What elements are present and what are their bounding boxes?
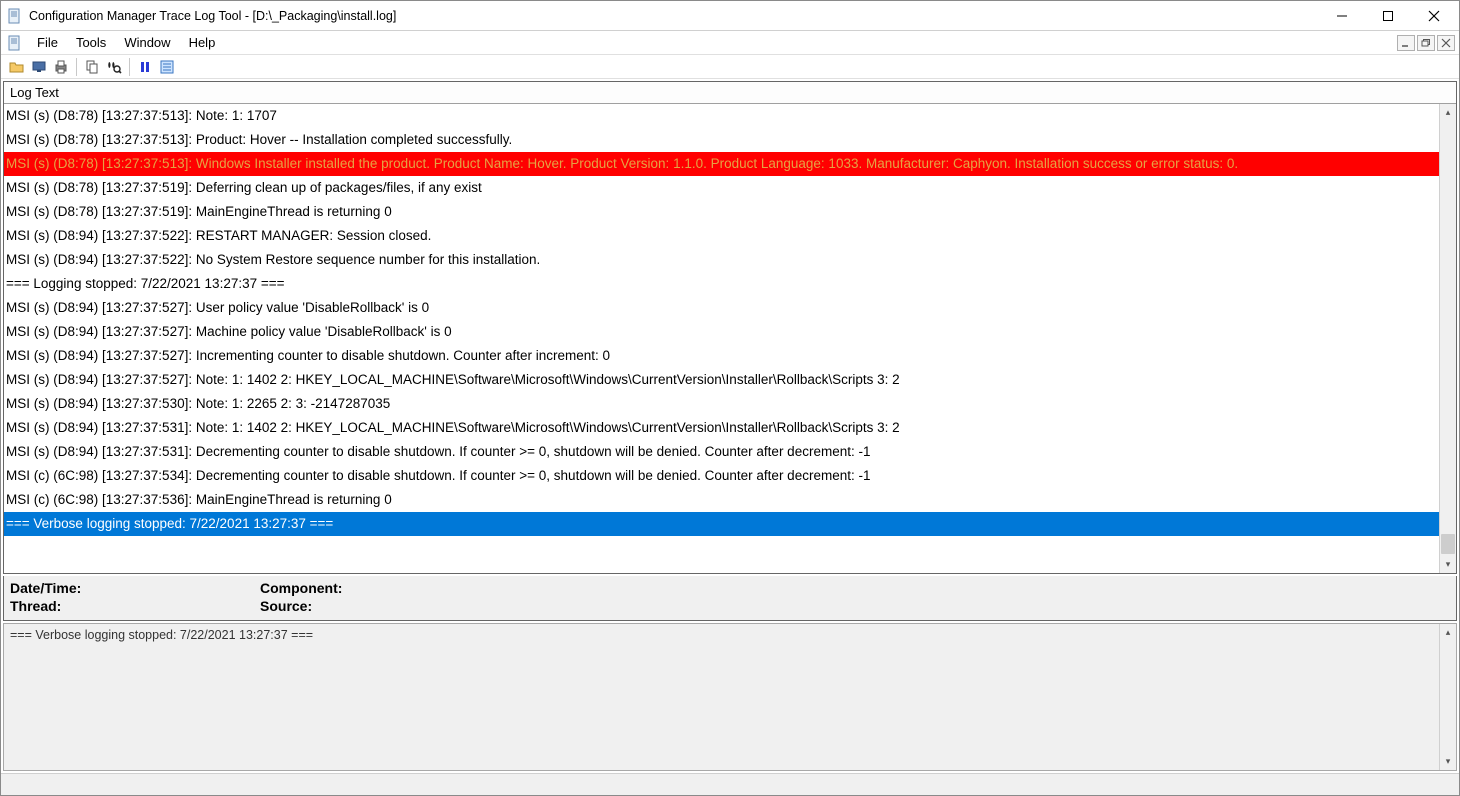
scroll-down-button[interactable]: ▾	[1440, 556, 1457, 573]
toolbar	[1, 55, 1459, 79]
scroll-thumb[interactable]	[1441, 534, 1455, 554]
mdi-minimize-button[interactable]	[1397, 35, 1415, 51]
log-line[interactable]: MSI (c) (6C:98) [13:27:37:536]: MainEngi…	[4, 488, 1439, 512]
scroll-up-button[interactable]: ▴	[1440, 104, 1457, 121]
print-button[interactable]	[51, 57, 71, 77]
menubar-row: File Tools Window Help	[1, 31, 1459, 55]
thread-label: Thread:	[10, 598, 61, 614]
component-label: Component:	[260, 580, 342, 596]
log-line[interactable]: MSI (s) (D8:78) [13:27:37:519]: MainEngi…	[4, 200, 1439, 224]
log-line[interactable]: MSI (s) (D8:78) [13:27:37:513]: Windows …	[4, 152, 1439, 176]
toolbar-separator	[129, 58, 130, 76]
scroll-up-button[interactable]: ▴	[1440, 624, 1457, 641]
menu-tools[interactable]: Tools	[68, 33, 114, 52]
maximize-button[interactable]	[1365, 2, 1411, 30]
window-title: Configuration Manager Trace Log Tool - […	[29, 9, 396, 23]
log-line[interactable]: MSI (s) (D8:94) [13:27:37:527]: User pol…	[4, 296, 1439, 320]
log-vertical-scrollbar[interactable]: ▴ ▾	[1439, 104, 1456, 573]
open-button[interactable]	[7, 57, 27, 77]
details-bar: Date/Time: Component: Thread: Source:	[3, 576, 1457, 621]
titlebar[interactable]: Configuration Manager Trace Log Tool - […	[1, 1, 1459, 31]
log-line[interactable]: MSI (s) (D8:94) [13:27:37:527]: Note: 1:…	[4, 368, 1439, 392]
log-line[interactable]: MSI (s) (D8:94) [13:27:37:531]: Decremen…	[4, 440, 1439, 464]
message-panel: === Verbose logging stopped: 7/22/2021 1…	[3, 623, 1457, 771]
find-button[interactable]	[104, 57, 124, 77]
source-label: Source:	[260, 598, 312, 614]
highlight-button[interactable]	[157, 57, 177, 77]
log-line[interactable]: MSI (c) (6C:98) [13:27:37:534]: Decremen…	[4, 464, 1439, 488]
document-icon	[7, 35, 23, 51]
statusbar	[1, 773, 1459, 795]
message-vertical-scrollbar[interactable]: ▴ ▾	[1439, 624, 1456, 770]
log-line[interactable]: === Verbose logging stopped: 7/22/2021 1…	[4, 512, 1439, 536]
pause-button[interactable]	[135, 57, 155, 77]
log-line[interactable]: MSI (s) (D8:94) [13:27:37:522]: No Syste…	[4, 248, 1439, 272]
log-line[interactable]: MSI (s) (D8:78) [13:27:37:519]: Deferrin…	[4, 176, 1439, 200]
log-line[interactable]: MSI (s) (D8:78) [13:27:37:513]: Note: 1:…	[4, 104, 1439, 128]
message-text[interactable]: === Verbose logging stopped: 7/22/2021 1…	[4, 624, 1439, 770]
toolbar-separator	[76, 58, 77, 76]
log-line[interactable]: MSI (s) (D8:94) [13:27:37:527]: Machine …	[4, 320, 1439, 344]
copy-button[interactable]	[82, 57, 102, 77]
scroll-down-button[interactable]: ▾	[1440, 753, 1457, 770]
app-icon	[7, 8, 23, 24]
log-column-header[interactable]: Log Text	[4, 82, 1456, 104]
minimize-button[interactable]	[1319, 2, 1365, 30]
log-line[interactable]: === Logging stopped: 7/22/2021 13:27:37 …	[4, 272, 1439, 296]
log-panel: Log Text MSI (s) (D8:78) [13:27:37:513]:…	[3, 81, 1457, 574]
mdi-controls	[1397, 35, 1455, 51]
scroll-track[interactable]	[1441, 121, 1455, 556]
log-line[interactable]: MSI (s) (D8:94) [13:27:37:531]: Note: 1:…	[4, 416, 1439, 440]
app-window: Configuration Manager Trace Log Tool - […	[0, 0, 1460, 796]
log-list[interactable]: MSI (s) (D8:78) [13:27:37:513]: Note: 1:…	[4, 104, 1439, 573]
menu-window[interactable]: Window	[116, 33, 178, 52]
menubar: File Tools Window Help	[7, 33, 223, 52]
datetime-label: Date/Time:	[10, 580, 81, 596]
open-on-server-button[interactable]	[29, 57, 49, 77]
mdi-close-button[interactable]	[1437, 35, 1455, 51]
log-line[interactable]: MSI (s) (D8:94) [13:27:37:522]: RESTART …	[4, 224, 1439, 248]
close-button[interactable]	[1411, 2, 1457, 30]
mdi-restore-button[interactable]	[1417, 35, 1435, 51]
menu-help[interactable]: Help	[181, 33, 224, 52]
log-line[interactable]: MSI (s) (D8:94) [13:27:37:527]: Incremen…	[4, 344, 1439, 368]
log-line[interactable]: MSI (s) (D8:94) [13:27:37:530]: Note: 1:…	[4, 392, 1439, 416]
log-line[interactable]: MSI (s) (D8:78) [13:27:37:513]: Product:…	[4, 128, 1439, 152]
menu-file[interactable]: File	[29, 33, 66, 52]
